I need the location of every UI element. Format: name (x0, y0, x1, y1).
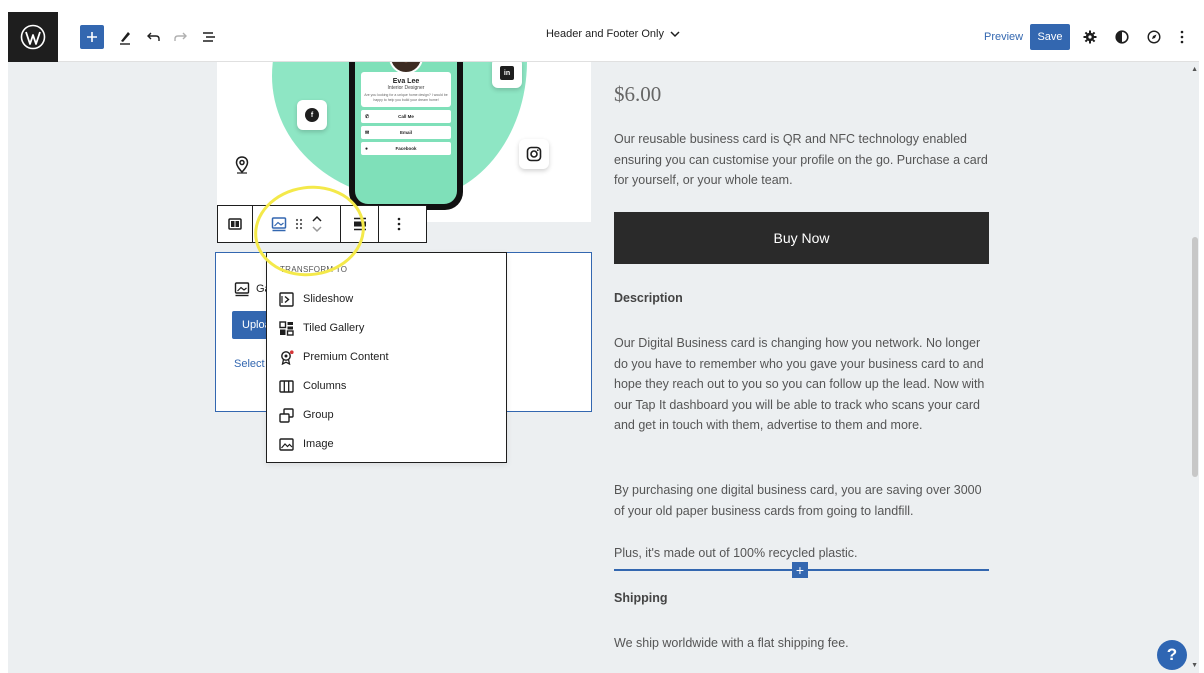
options-menu-button[interactable] (1174, 26, 1190, 48)
columns-block-icon (228, 218, 242, 230)
slideshow-icon (279, 291, 294, 307)
document-title-dropdown[interactable]: Header and Footer Only (488, 28, 738, 40)
shipping-heading: Shipping (614, 591, 668, 605)
preview-button[interactable]: Preview (984, 31, 1023, 43)
scroll-up-arrow[interactable]: ▲ (1191, 66, 1198, 73)
transform-item-group[interactable]: Group (279, 404, 334, 426)
more-vertical-icon (1180, 30, 1184, 44)
document-overview-button[interactable] (198, 26, 220, 48)
product-intro: Our reusable business card is QR and NFC… (614, 132, 988, 187)
facebook-small-icon: ● (365, 145, 369, 152)
document-title: Header and Footer Only (545, 28, 664, 40)
compass-icon (1147, 30, 1161, 44)
list-view-icon (203, 32, 215, 42)
save-button[interactable]: Save (1030, 24, 1070, 50)
pencil-icon (120, 32, 130, 45)
contrast-icon (1115, 30, 1129, 44)
chevron-down-icon (670, 31, 680, 38)
phone-screen: Eva Lee Interior Designer Are you lookin… (355, 62, 457, 204)
columns-icon (279, 379, 294, 393)
transform-item-premium-content[interactable]: Premium Content (279, 346, 389, 368)
phone-action-call: ✆ Call Me (361, 110, 451, 123)
instagram-icon (526, 146, 542, 162)
canvas-scrollbar[interactable]: ▲ ▼ (1191, 62, 1199, 673)
add-block-button[interactable] (80, 25, 104, 49)
scroll-down-arrow[interactable]: ▼ (1191, 662, 1198, 669)
transform-item-image[interactable]: Image (279, 433, 334, 455)
gallery-icon (234, 282, 250, 297)
transform-to-menu: TRANSFORM TO Slideshow Tiled Gallery Pre… (266, 252, 507, 463)
mail-icon: ✉ (365, 129, 370, 136)
description-paragraph-2: By purchasing one digital business card,… (614, 483, 982, 518)
location-tile (227, 150, 257, 180)
wordpress-logo-button[interactable] (8, 12, 58, 62)
plus-icon (87, 32, 97, 42)
profile-role: Interior Designer (387, 85, 425, 91)
jetpack-button[interactable] (1144, 26, 1164, 48)
product-price: $6.00 (614, 82, 662, 106)
undo-button[interactable] (142, 26, 164, 48)
phone-icon: ✆ (365, 113, 370, 120)
wordpress-icon (20, 24, 46, 50)
help-button[interactable]: ? (1157, 640, 1187, 670)
undo-icon (147, 32, 160, 41)
editor-top-bar: Header and Footer Only Preview Save (8, 12, 1199, 62)
gear-icon (1083, 30, 1097, 44)
description-paragraph-1: Our Digital Business card is changing ho… (614, 336, 985, 432)
inserter-plus-button[interactable]: + (792, 562, 808, 578)
location-pin-icon (235, 156, 249, 174)
styles-button[interactable] (1112, 26, 1132, 48)
scrollbar-thumb[interactable] (1192, 237, 1198, 477)
shipping-text: We ship worldwide with a flat shipping f… (614, 636, 849, 650)
facebook-tile: f (297, 100, 327, 130)
parent-block-button[interactable] (218, 206, 253, 242)
group-icon (279, 407, 294, 423)
linkedin-tile: in (492, 62, 522, 88)
more-vertical-icon (397, 217, 401, 231)
description-paragraph-3: Plus, it's made out of 100% recycled pla… (614, 546, 858, 560)
redo-icon (174, 32, 187, 41)
premium-content-icon (281, 349, 294, 365)
buy-now-button[interactable]: Buy Now (614, 212, 989, 264)
tools-button[interactable] (114, 26, 136, 48)
transform-item-columns[interactable]: Columns (279, 375, 346, 397)
phone-mockup: Eva Lee Interior Designer Are you lookin… (349, 62, 463, 210)
block-options-button[interactable] (379, 206, 419, 242)
image-icon (279, 437, 294, 451)
transform-item-slideshow[interactable]: Slideshow (279, 288, 353, 310)
editor-canvas: f in Eva Lee Interior Designer Are you l… (8, 62, 1199, 673)
profile-card: Eva Lee Interior Designer Are you lookin… (361, 72, 451, 107)
phone-action-email: ✉ Email (361, 126, 451, 139)
media-library-link[interactable]: Select (234, 358, 265, 370)
profile-name: Eva Lee (392, 78, 420, 85)
settings-button[interactable] (1080, 26, 1100, 48)
description-heading: Description (614, 291, 683, 305)
redo-button[interactable] (170, 26, 192, 48)
profile-blurb: Are you looking for a unique home design… (364, 93, 448, 102)
instagram-tile (519, 139, 549, 169)
transform-item-tiled-gallery[interactable]: Tiled Gallery (279, 317, 364, 339)
tiled-gallery-icon (279, 320, 294, 336)
facebook-icon: f (305, 108, 319, 122)
linkedin-icon: in (500, 66, 514, 80)
phone-action-facebook: ● Facebook (361, 142, 451, 155)
